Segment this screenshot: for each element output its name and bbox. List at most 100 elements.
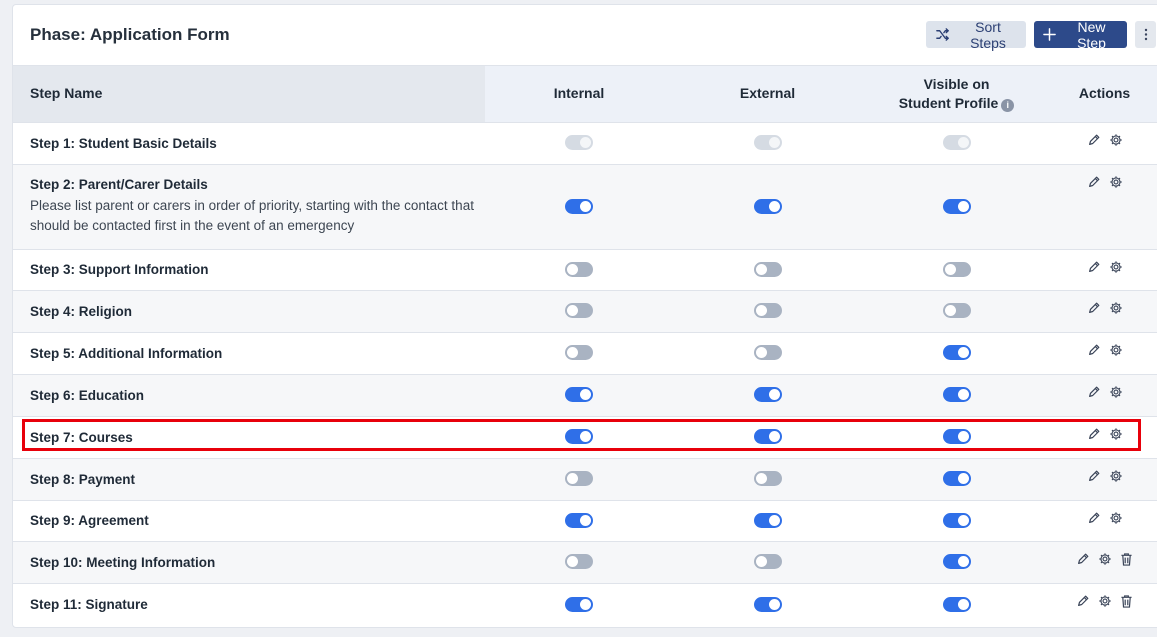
internal-toggle[interactable]	[565, 303, 593, 319]
table-row: Step 10: Meeting Information	[13, 540, 1157, 583]
visible-toggle[interactable]	[942, 345, 971, 361]
visible-toggle[interactable]	[942, 429, 971, 445]
actions-cell	[1051, 163, 1157, 249]
internal-toggle[interactable]	[565, 198, 593, 214]
col-visible-line1: Visible on	[923, 75, 990, 92]
table-row: Step 6: Education	[13, 373, 1157, 416]
pencil-icon[interactable]	[1087, 260, 1101, 274]
more-options-button[interactable]	[1135, 21, 1156, 48]
step-description: Please list parent or carers in order of…	[30, 198, 474, 233]
internal-toggle[interactable]	[565, 345, 593, 361]
visible-toggle[interactable]	[942, 596, 971, 612]
pencil-icon[interactable]	[1076, 594, 1090, 608]
visible-toggle[interactable]	[942, 198, 971, 214]
internal-toggle[interactable]	[565, 596, 593, 612]
row-actions	[1052, 427, 1157, 441]
external-cell	[673, 373, 862, 416]
step-name-cell: Step 5: Additional Information	[13, 331, 485, 374]
step-name-cell: Step 3: Support Information	[13, 248, 485, 290]
step-name: Step 10: Meeting Information	[30, 554, 216, 570]
pencil-icon[interactable]	[1087, 133, 1101, 147]
internal-toggle[interactable]	[565, 471, 593, 487]
gear-icon[interactable]	[1109, 343, 1123, 357]
gear-icon[interactable]	[1109, 175, 1123, 189]
pencil-icon[interactable]	[1087, 385, 1101, 399]
gear-icon[interactable]	[1109, 385, 1123, 399]
gear-icon[interactable]	[1109, 469, 1123, 483]
internal-toggle[interactable]	[565, 512, 593, 528]
gear-icon[interactable]	[1098, 594, 1112, 608]
step-name-cell: Step 6: Education	[13, 373, 485, 416]
external-toggle[interactable]	[753, 345, 782, 361]
external-cell	[673, 457, 862, 500]
step-name-cell: Step 10: Meeting Information	[13, 540, 485, 583]
external-toggle[interactable]	[753, 554, 782, 570]
external-toggle[interactable]	[753, 261, 782, 277]
table-row: Step 2: Parent/Carer Details Please list …	[13, 163, 1157, 249]
visible-toggle[interactable]	[942, 303, 971, 319]
internal-cell	[485, 289, 673, 332]
step-name: Step 2: Parent/Carer Details	[30, 177, 208, 192]
visible-toggle[interactable]	[942, 471, 971, 487]
visible-cell	[862, 415, 1051, 458]
step-name-cell: Step 4: Religion	[13, 289, 485, 332]
external-toggle[interactable]	[753, 596, 782, 612]
internal-cell	[485, 457, 673, 500]
gear-icon[interactable]	[1109, 511, 1123, 525]
trash-icon[interactable]	[1120, 594, 1133, 609]
internal-toggle[interactable]	[565, 261, 593, 277]
external-cell	[673, 248, 862, 290]
visible-toggle[interactable]	[942, 387, 971, 403]
pencil-icon[interactable]	[1087, 427, 1101, 441]
visible-toggle[interactable]	[942, 261, 971, 277]
visible-cell	[862, 582, 1051, 625]
pencil-icon[interactable]	[1076, 552, 1090, 566]
table-row: Step 1: Student Basic Details	[13, 121, 1157, 164]
pencil-icon[interactable]	[1087, 511, 1101, 525]
sort-steps-button[interactable]: Sort Steps	[926, 18, 1026, 51]
pencil-icon[interactable]	[1087, 175, 1101, 189]
gear-icon[interactable]	[1109, 427, 1123, 441]
shuffle-icon	[935, 27, 950, 42]
new-step-button[interactable]: New Step	[1034, 19, 1127, 51]
internal-toggle[interactable]	[565, 429, 593, 445]
visible-cell	[862, 331, 1051, 374]
row-actions	[1052, 343, 1157, 357]
external-toggle[interactable]	[753, 429, 782, 445]
info-icon[interactable]: i	[1001, 98, 1015, 112]
external-toggle[interactable]	[753, 198, 782, 214]
pencil-icon[interactable]	[1087, 469, 1101, 483]
internal-cell	[485, 163, 673, 249]
external-toggle[interactable]	[753, 303, 782, 319]
gear-icon[interactable]	[1098, 552, 1112, 566]
internal-toggle[interactable]	[565, 554, 593, 570]
row-actions	[1052, 385, 1157, 399]
internal-toggle[interactable]	[565, 387, 593, 403]
internal-cell	[485, 248, 673, 290]
internal-cell	[485, 373, 673, 416]
table-row: Step 4: Religion	[13, 289, 1157, 332]
gear-icon[interactable]	[1109, 133, 1123, 147]
external-toggle[interactable]	[753, 387, 782, 403]
table-row: Step 7: Courses	[13, 415, 1157, 458]
external-toggle[interactable]	[753, 512, 782, 528]
gear-icon[interactable]	[1109, 260, 1123, 274]
visible-cell	[862, 121, 1051, 164]
col-step-name: Step Name	[13, 66, 485, 122]
visible-toggle[interactable]	[942, 554, 971, 570]
pencil-icon[interactable]	[1087, 301, 1101, 315]
gear-icon[interactable]	[1109, 301, 1123, 315]
pencil-icon[interactable]	[1087, 343, 1101, 357]
visible-toggle[interactable]	[942, 512, 971, 528]
internal-cell	[485, 582, 673, 625]
step-name: Step 6: Education	[30, 387, 145, 403]
external-toggle[interactable]	[753, 471, 782, 487]
visible-cell	[862, 248, 1051, 290]
actions-cell	[1051, 499, 1157, 541]
sort-steps-label: Sort Steps	[970, 18, 1006, 51]
row-actions	[1052, 511, 1157, 525]
actions-cell	[1051, 457, 1157, 500]
trash-icon[interactable]	[1120, 552, 1133, 567]
step-name-cell: Step 9: Agreement	[13, 499, 485, 541]
row-actions	[1052, 469, 1157, 483]
